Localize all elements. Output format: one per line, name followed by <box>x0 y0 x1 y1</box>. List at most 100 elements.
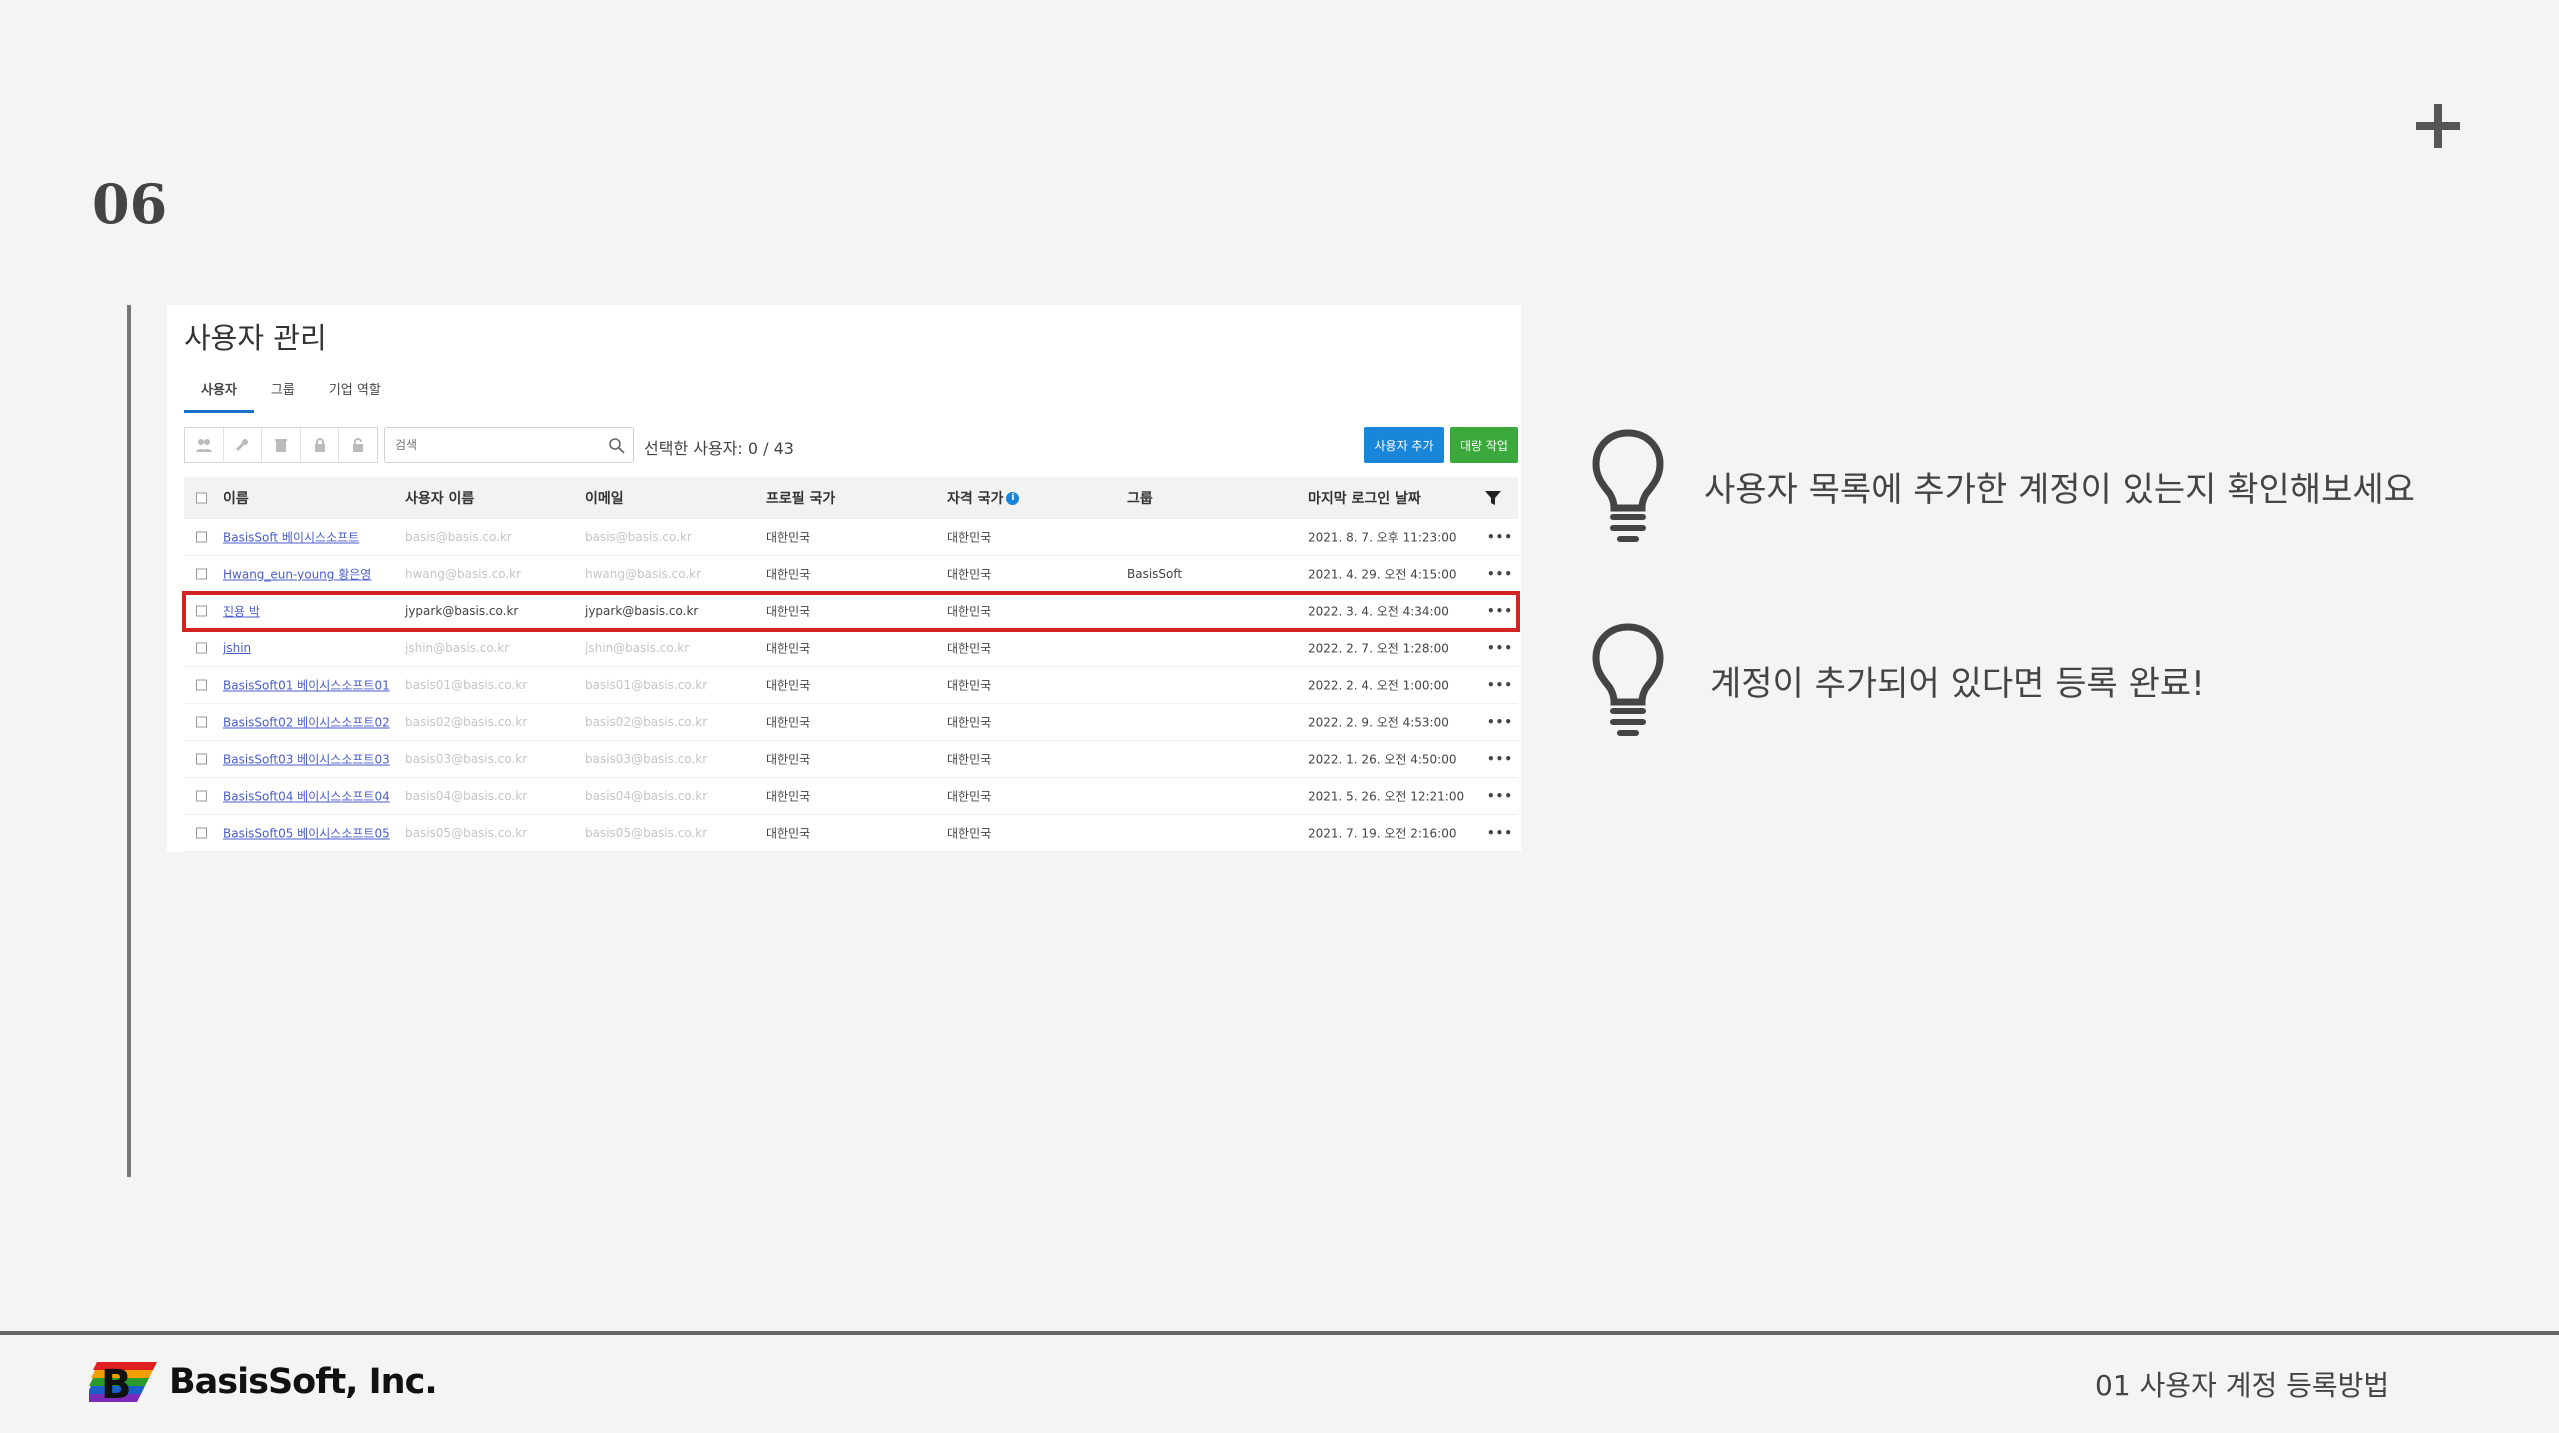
user-table: 이름 사용자 이름 이메일 프로필 국가 자격 국가 i 그룹 마지막 로그인 날… <box>182 477 1520 852</box>
username-cell: basis02@basis.co.kr <box>405 715 528 729</box>
email-cell: basis@basis.co.kr <box>585 530 692 544</box>
user-name-link[interactable]: BasisSoft04 베이시스소프트04 <box>223 788 390 805</box>
table-row[interactable]: Hwang_eun-young 황은영 hwang@basis.co.kr hwan… <box>184 556 1518 593</box>
search-icon[interactable] <box>607 436 627 456</box>
col-username[interactable]: 사용자 이름 <box>405 488 474 508</box>
col-name[interactable]: 이름 <box>223 488 249 508</box>
row-checkbox[interactable] <box>196 605 207 617</box>
user-name-link[interactable]: BasisSoft01 베이시스소프트01 <box>223 677 390 694</box>
toolbar: 선택한 사용자: 0 / 43 사용자 추가 대량 작업 <box>184 427 1518 463</box>
tab-users[interactable]: 사용자 <box>184 375 254 413</box>
last-login-cell: 2021. 8. 7. 오후 11:23:00 <box>1308 530 1457 545</box>
table-row[interactable]: BasisSoft03 베이시스소프트03 basis03@basis.co.kr… <box>184 741 1518 778</box>
user-name-link[interactable]: BasisSoft05 베이시스소프트05 <box>223 825 390 842</box>
row-checkbox[interactable] <box>196 827 207 839</box>
unlock-icon[interactable] <box>339 428 377 462</box>
profile-country-cell: 대한민국 <box>766 789 811 804</box>
user-name-link[interactable]: BasisSoft02 베이시스소프트02 <box>223 714 390 731</box>
last-login-cell: 2021. 7. 19. 오전 2:16:00 <box>1308 826 1457 841</box>
row-checkbox[interactable] <box>196 642 207 654</box>
username-cell: basis@basis.co.kr <box>405 530 512 544</box>
email-cell: basis01@basis.co.kr <box>585 678 708 692</box>
table-row-highlighted[interactable]: 진용 박 jypark@basis.co.kr jypark@basis.co.kr… <box>182 591 1520 632</box>
username-cell: basis01@basis.co.kr <box>405 678 528 692</box>
add-user-button[interactable]: 사용자 추가 <box>1364 427 1444 463</box>
user-name-link[interactable]: jshin <box>223 641 251 655</box>
selected-users-count: 선택한 사용자: 0 / 43 <box>644 439 794 458</box>
user-management-screenshot: 사용자 관리 사용자 그룹 기업 역할 선택한 사 <box>167 305 1521 852</box>
action-button-group <box>184 427 378 463</box>
more-options-icon[interactable]: ••• <box>1487 826 1513 840</box>
more-options-icon[interactable]: ••• <box>1487 715 1513 729</box>
company-logo: B BasisSoft, Inc. <box>89 1362 438 1402</box>
bulk-action-button[interactable]: 대량 작업 <box>1450 427 1518 463</box>
tab-enterprise-roles[interactable]: 기업 역할 <box>312 375 398 413</box>
row-checkbox[interactable] <box>196 531 207 543</box>
filter-icon[interactable] <box>1484 489 1502 507</box>
username-cell: jshin@basis.co.kr <box>405 641 510 655</box>
last-login-cell: 2022. 3. 4. 오전 4:34:00 <box>1308 604 1449 619</box>
more-options-icon[interactable]: ••• <box>1487 678 1513 692</box>
lock-icon[interactable] <box>301 428 340 462</box>
table-row[interactable]: BasisSoft02 베이시스소프트02 basis02@basis.co.kr… <box>184 704 1518 741</box>
col-last-login[interactable]: 마지막 로그인 날짜 <box>1308 488 1421 508</box>
row-checkbox[interactable] <box>196 753 207 765</box>
credential-country-cell: 대한민국 <box>947 789 992 804</box>
email-cell: basis04@basis.co.kr <box>585 789 708 803</box>
user-name-link[interactable]: 진용 박 <box>223 603 260 620</box>
table-row[interactable]: jshin jshin@basis.co.kr jshin@basis.co.kr 대… <box>184 630 1518 667</box>
more-options-icon[interactable]: ••• <box>1487 567 1513 581</box>
row-checkbox[interactable] <box>196 790 207 802</box>
row-checkbox[interactable] <box>196 679 207 691</box>
lightbulb-icon <box>1592 429 1664 542</box>
more-options-icon[interactable]: ••• <box>1487 752 1513 766</box>
users-icon[interactable] <box>185 428 224 462</box>
tab-groups[interactable]: 그룹 <box>254 375 312 413</box>
panel-title: 사용자 관리 <box>184 321 327 355</box>
profile-country-cell: 대한민국 <box>766 530 811 545</box>
row-checkbox[interactable] <box>196 716 207 728</box>
profile-country-cell: 대한민국 <box>766 604 811 619</box>
credential-country-cell: 대한민국 <box>947 752 992 767</box>
search-input[interactable] <box>385 428 595 462</box>
email-cell: jypark@basis.co.kr <box>585 604 699 618</box>
wrench-icon[interactable] <box>224 428 263 462</box>
username-cell: basis04@basis.co.kr <box>405 789 528 803</box>
more-options-icon[interactable]: ••• <box>1487 789 1513 803</box>
email-cell: jshin@basis.co.kr <box>585 641 690 655</box>
info-icon[interactable]: i <box>1006 492 1020 505</box>
col-credential-country[interactable]: 자격 국가 i <box>947 488 1020 508</box>
last-login-cell: 2022. 2. 9. 오전 4:53:00 <box>1308 715 1449 730</box>
user-name-link[interactable]: BasisSoft 베이시스소프트 <box>223 529 359 546</box>
table-row[interactable]: BasisSoft 베이시스소프트 basis@basis.co.kr basis@… <box>184 519 1518 556</box>
user-name-link[interactable]: BasisSoft03 베이시스소프트03 <box>223 751 390 768</box>
trash-icon[interactable] <box>262 428 301 462</box>
col-profile-country[interactable]: 프로필 국가 <box>766 488 835 508</box>
table-row[interactable]: BasisSoft04 베이시스소프트04 basis04@basis.co.kr… <box>184 778 1518 815</box>
username-cell: basis03@basis.co.kr <box>405 752 528 766</box>
more-options-icon[interactable]: ••• <box>1487 604 1513 618</box>
email-cell: basis03@basis.co.kr <box>585 752 708 766</box>
slide-number: 06 <box>92 172 168 236</box>
credential-country-cell: 대한민국 <box>947 715 992 730</box>
tab-bar: 사용자 그룹 기업 역할 <box>184 375 398 413</box>
select-all-checkbox[interactable] <box>196 492 207 503</box>
more-options-icon[interactable]: ••• <box>1487 530 1513 544</box>
user-name-link[interactable]: Hwang_eun-young 황은영 <box>223 566 371 583</box>
table-header: 이름 사용자 이름 이메일 프로필 국가 자격 국가 i 그룹 마지막 로그인 날… <box>184 477 1518 519</box>
tip-text: 계정이 추가되어 있다면 등록 완료! <box>1710 663 2205 704</box>
username-cell: hwang@basis.co.kr <box>405 567 522 581</box>
credential-country-cell: 대한민국 <box>947 604 992 619</box>
more-options-icon[interactable]: ••• <box>1487 641 1513 655</box>
row-checkbox[interactable] <box>196 568 207 580</box>
table-row[interactable]: BasisSoft01 베이시스소프트01 basis01@basis.co.kr… <box>184 667 1518 704</box>
table-row[interactable]: BasisSoft05 베이시스소프트05 basis05@basis.co.kr… <box>184 815 1518 852</box>
col-group[interactable]: 그룹 <box>1127 488 1153 508</box>
col-email[interactable]: 이메일 <box>585 488 624 508</box>
profile-country-cell: 대한민국 <box>766 678 811 693</box>
search-field <box>384 427 634 463</box>
section-caption: 01 사용자 계정 등록방법 <box>2095 1369 2390 1402</box>
plus-icon[interactable] <box>2416 104 2460 148</box>
last-login-cell: 2022. 2. 4. 오전 1:00:00 <box>1308 678 1449 693</box>
credential-country-cell: 대한민국 <box>947 678 992 693</box>
